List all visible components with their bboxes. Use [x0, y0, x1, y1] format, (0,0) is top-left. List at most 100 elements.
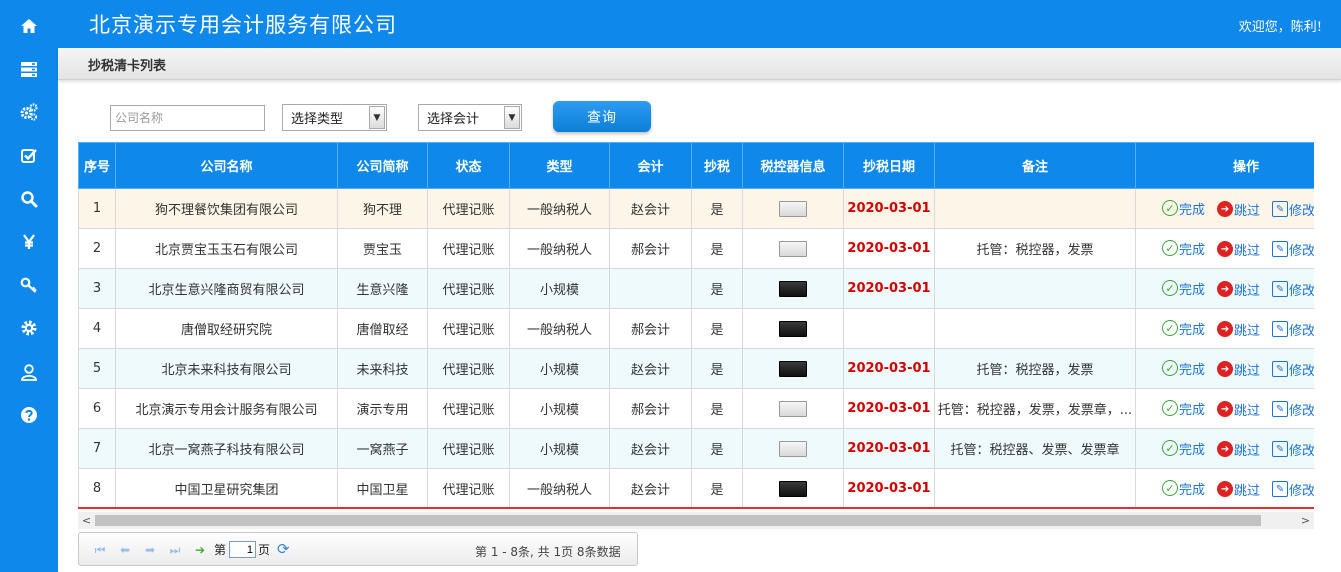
- edit-button[interactable]: ✎ 修改: [1272, 240, 1314, 259]
- company-short-cell: 贾宝玉: [337, 228, 428, 269]
- status-cell: 代理记账: [427, 228, 510, 269]
- edit-button[interactable]: ✎ 修改: [1272, 280, 1314, 299]
- status-cell: 代理记账: [427, 188, 510, 229]
- skip-button[interactable]: ➔ 跳过: [1217, 480, 1260, 499]
- remark-cell: [934, 308, 1136, 349]
- complete-button[interactable]: ✓ 完成: [1162, 439, 1205, 458]
- nav-search[interactable]: [0, 179, 58, 219]
- column-header[interactable]: 状态: [427, 142, 510, 189]
- tax-copied-cell: 是: [691, 228, 743, 269]
- nav-home[interactable]: [0, 6, 58, 46]
- tax-copied-cell: 是: [691, 428, 743, 469]
- go-page-icon[interactable]: ➔: [191, 542, 209, 558]
- edit-button[interactable]: ✎ 修改: [1272, 400, 1314, 419]
- table-row[interactable]: 8 中国卫星研究集团 中国卫星 代理记账 一般纳税人 赵会计是 2020-03-01 ✓ 完成 ➔…: [78, 468, 1314, 508]
- complete-button[interactable]: ✓ 完成: [1162, 399, 1205, 418]
- complete-button[interactable]: ✓ 完成: [1162, 359, 1205, 378]
- device-info-cell: [742, 428, 844, 469]
- column-header[interactable]: 会计: [609, 142, 692, 189]
- page-number-input[interactable]: [229, 541, 256, 558]
- nav-server[interactable]: [0, 49, 58, 89]
- nav-help[interactable]: [0, 395, 58, 435]
- type-select[interactable]: 选择类型 ▼: [282, 104, 387, 131]
- table-row[interactable]: 6 北京演示专用会计服务有限公司 演示专用 代理记账 小规模 郝会计是 2020-03-01…: [78, 388, 1314, 429]
- status-cell: 代理记账: [427, 468, 510, 508]
- column-header[interactable]: 抄税日期: [843, 142, 935, 189]
- company-short-cell: 一窝燕子: [337, 428, 428, 469]
- page-suffix: 页: [258, 543, 271, 557]
- company-short-cell: 唐僧取经: [337, 308, 428, 349]
- edit-button[interactable]: ✎ 修改: [1272, 360, 1314, 379]
- skip-button[interactable]: ➔ 跳过: [1217, 440, 1260, 459]
- nav-user[interactable]: [0, 352, 58, 392]
- complete-button[interactable]: ✓ 完成: [1162, 199, 1205, 218]
- table-row[interactable]: 2 北京贾宝玉玉石有限公司 贾宝玉 代理记账 一般纳税人 郝会计是 2020-03-01 托管…: [78, 228, 1314, 269]
- column-header[interactable]: 备注: [934, 142, 1136, 189]
- column-header[interactable]: 抄税: [691, 142, 743, 189]
- table-row[interactable]: 1 狗不理餐饮集团有限公司 狗不理 代理记账 一般纳税人 赵会计是 2020-03-01 ✓ 完…: [78, 188, 1314, 229]
- company-name-cell: 北京演示专用会计服务有限公司: [115, 388, 338, 429]
- tax-device-icon[interactable]: [779, 400, 807, 417]
- column-header[interactable]: 操作: [1135, 142, 1314, 189]
- skip-button[interactable]: ➔ 跳过: [1217, 400, 1260, 419]
- column-header[interactable]: 序号: [78, 142, 116, 189]
- table-row[interactable]: 5 北京未来科技有限公司 未来科技 代理记账 小规模 赵会计是 2020-03-01 托管：税…: [78, 348, 1314, 389]
- row-number-cell: 7: [78, 428, 116, 469]
- complete-button[interactable]: ✓ 完成: [1162, 279, 1205, 298]
- edit-button[interactable]: ✎ 修改: [1272, 480, 1314, 499]
- scroll-right-icon[interactable]: >: [1297, 512, 1314, 529]
- skip-button[interactable]: ➔ 跳过: [1217, 200, 1260, 219]
- edit-button[interactable]: ✎ 修改: [1272, 440, 1314, 459]
- accountant-select[interactable]: 选择会计 ▼: [418, 104, 522, 131]
- skip-button[interactable]: ➔ 跳过: [1217, 280, 1260, 299]
- horizontal-scrollbar[interactable]: < >: [78, 512, 1314, 529]
- tax-device-icon[interactable]: [779, 480, 807, 497]
- tax-device-icon[interactable]: [779, 440, 807, 457]
- edit-icon: ✎: [1272, 241, 1289, 257]
- edit-button[interactable]: ✎ 修改: [1272, 200, 1314, 219]
- company-name-cell: 北京生意兴隆商贸有限公司: [115, 268, 338, 309]
- tax-device-icon[interactable]: [779, 280, 807, 297]
- nav-yen[interactable]: [0, 222, 58, 262]
- device-info-cell: [742, 188, 844, 229]
- edit-icon: ✎: [1272, 481, 1289, 497]
- nav-gears[interactable]: [0, 92, 58, 132]
- nav-settings[interactable]: [0, 308, 58, 348]
- nav-key[interactable]: [0, 265, 58, 305]
- next-page-icon[interactable]: ➡: [141, 542, 159, 558]
- nav-check[interactable]: [0, 136, 58, 176]
- scrollbar-thumb[interactable]: [95, 515, 1261, 526]
- skip-button[interactable]: ➔ 跳过: [1217, 320, 1260, 339]
- refresh-icon[interactable]: ⟳: [277, 541, 293, 557]
- complete-button[interactable]: ✓ 完成: [1162, 319, 1205, 338]
- skip-button[interactable]: ➔ 跳过: [1217, 360, 1260, 379]
- check-circle-icon: ✓: [1162, 280, 1178, 296]
- tax-device-icon[interactable]: [779, 240, 807, 257]
- company-name-input[interactable]: [110, 105, 265, 131]
- prev-page-icon[interactable]: ⬅: [116, 542, 134, 558]
- edit-button[interactable]: ✎ 修改: [1272, 320, 1314, 339]
- first-page-icon[interactable]: ⏮: [91, 542, 109, 558]
- tax-device-icon[interactable]: [779, 320, 807, 337]
- scroll-left-icon[interactable]: <: [78, 512, 95, 529]
- row-number-cell: 6: [78, 388, 116, 429]
- column-header[interactable]: 公司名称: [115, 142, 338, 189]
- column-header[interactable]: 类型: [509, 142, 610, 189]
- table-row[interactable]: 3 北京生意兴隆商贸有限公司 生意兴隆 代理记账 小规模 是 2020-03-01 ✓ 完成 ➔ 跳…: [78, 268, 1314, 309]
- table-row[interactable]: 4 唐僧取经研究院 唐僧取经 代理记账 一般纳税人 郝会计是 ✓ 完成 ➔ 跳过 ✎ 修改: [78, 308, 1314, 349]
- tax-copied-cell: 是: [691, 388, 743, 429]
- tax-device-icon[interactable]: [779, 360, 807, 377]
- complete-button[interactable]: ✓ 完成: [1162, 479, 1205, 498]
- company-name-cell: 唐僧取经研究院: [115, 308, 338, 349]
- tax-device-icon[interactable]: [779, 200, 807, 217]
- column-header[interactable]: 公司简称: [337, 142, 428, 189]
- column-header[interactable]: 税控器信息: [742, 142, 844, 189]
- query-button[interactable]: 查询: [553, 101, 651, 132]
- table-row[interactable]: 7 北京一窝燕子科技有限公司 一窝燕子 代理记账 小规模 赵会计是 2020-03-01 托管…: [78, 428, 1314, 469]
- complete-button[interactable]: ✓ 完成: [1162, 239, 1205, 258]
- last-page-icon[interactable]: ⏭: [166, 542, 184, 558]
- skip-button-label: 跳过: [1234, 323, 1261, 339]
- arrow-circle-right-icon: ➔: [1217, 401, 1234, 417]
- arrow-circle-right-icon: ➔: [1217, 321, 1234, 337]
- skip-button[interactable]: ➔ 跳过: [1217, 240, 1260, 259]
